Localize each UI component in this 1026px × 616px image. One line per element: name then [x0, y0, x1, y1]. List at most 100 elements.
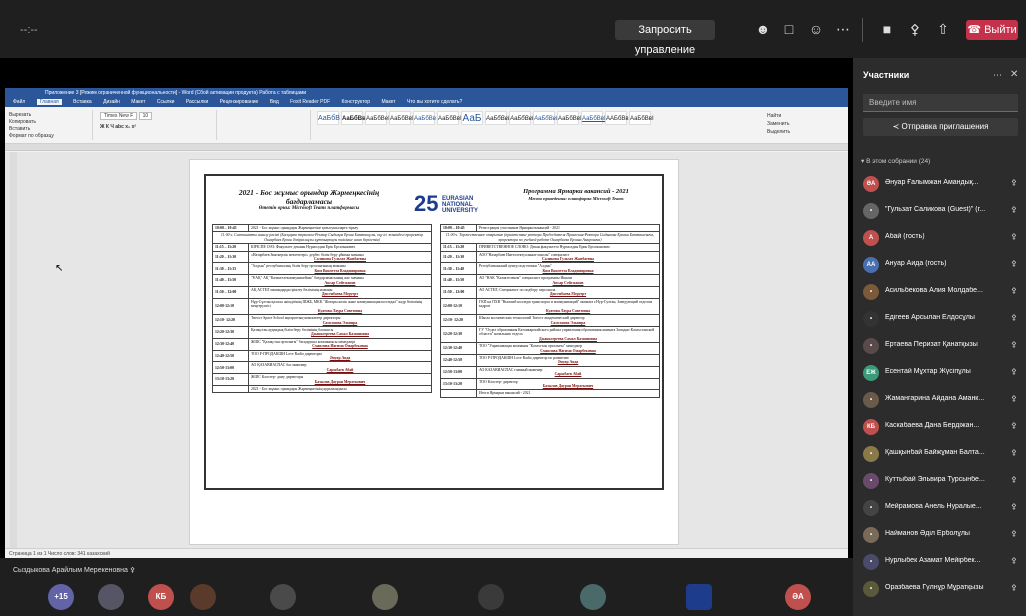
video-tile[interactable] — [580, 584, 606, 610]
participant-row[interactable]: • Асильбекова Алия Молдабе... ⚴ — [863, 284, 1021, 300]
participant-row[interactable]: • Жамангарина Айдана Аманк... ⚴ — [863, 392, 1021, 408]
style-14[interactable]: АаБбВвІ — [629, 111, 654, 125]
style-6[interactable]: АаБбВвІ — [437, 111, 462, 125]
style-8[interactable]: АаБбВвІ — [485, 111, 509, 125]
section-header[interactable]: ▾ В этом собрании (24) — [861, 157, 930, 165]
style-7[interactable]: АаБ — [461, 111, 483, 125]
replace-button[interactable]: Заменить — [767, 120, 833, 128]
tab-layout[interactable]: Макет — [131, 99, 145, 105]
select-button[interactable]: Выделить — [767, 128, 833, 136]
participant-row[interactable]: • Мейрамова Анель Нуралые... ⚴ — [863, 500, 1021, 516]
video-tile[interactable] — [190, 584, 216, 610]
tab-references[interactable]: Ссылки — [157, 99, 175, 105]
tab-file[interactable]: Файл — [13, 99, 25, 105]
participant-row[interactable]: • Найманов Әділ Ерболұлы ⚴ — [863, 527, 1021, 543]
time-cell — [440, 389, 477, 398]
participants-icon[interactable]: ☻ — [752, 18, 774, 40]
panel-more-icon[interactable]: ⋯ — [993, 70, 1002, 81]
participant-row[interactable]: • Ертаева Перизат Қанатқызы ⚴ — [863, 338, 1021, 354]
paste-button[interactable]: Вставить — [9, 126, 90, 133]
tab-view[interactable]: Вид — [270, 99, 279, 105]
share-icon[interactable]: ⇧ — [932, 18, 954, 40]
word-window: Приложение 3 [Режим ограниченной функцио… — [5, 88, 848, 558]
style-1[interactable]: АаБбВ — [317, 111, 340, 125]
close-icon[interactable]: ✕ — [1010, 69, 1018, 80]
format-painter-button[interactable]: Формат по образцу — [9, 133, 90, 140]
leave-button[interactable]: ☎ Выйти — [966, 20, 1018, 40]
participant-row[interactable]: КБ Каскабаева Дана Бердіжан... ⚴ — [863, 419, 1021, 435]
format-buttons[interactable]: Ж К Ч abc x₂ x² — [100, 124, 213, 130]
copy-button[interactable]: Копировать — [9, 119, 90, 126]
time-cell: 12:00-12:10 — [212, 297, 249, 316]
tab-table-design[interactable]: Конструктор — [342, 99, 371, 105]
style-10[interactable]: АаБбВвІ — [533, 111, 557, 125]
style-3[interactable]: АаБбВеІ — [365, 111, 390, 125]
participant-row[interactable]: • Едігеев Арсылан Елдосұлы ⚴ — [863, 311, 1021, 327]
avatar: • — [863, 311, 879, 327]
participant-row[interactable]: • Куттыбай Эльвира Турсынбе... ⚴ — [863, 473, 1021, 489]
style-13[interactable]: ААБбВвІ — [605, 111, 630, 125]
mic-off-icon: ⚴ — [1011, 529, 1017, 538]
speaker-label: Сыздыкова Арайлым Мерекеновна — [13, 567, 128, 574]
avatar[interactable]: КБ — [148, 584, 174, 610]
reactions-icon[interactable]: ☺ — [805, 18, 827, 40]
request-control-button[interactable]: Запросить управление — [615, 20, 715, 56]
tab-table-layout[interactable]: Макет — [381, 99, 395, 105]
speaker-name: Ансар Сейтжанов — [552, 280, 584, 285]
style-11[interactable]: АаБбВвІ — [557, 111, 582, 125]
tab-design[interactable]: Дизайн — [103, 99, 120, 105]
participant-row[interactable]: • Оразбаева Гүлнұр Мұратқызы ⚴ — [863, 581, 1021, 597]
find-button[interactable]: Найти — [767, 112, 833, 120]
russian-header: Программа Ярмарки вакансий - 2021 Место … — [501, 188, 651, 201]
video-tile[interactable] — [98, 584, 124, 610]
time-cell: 11:15 – 11:20 — [440, 243, 477, 252]
participant-row[interactable]: ӘА Әнуар Ғалымжан Амандық... ⚴ — [863, 176, 1021, 192]
tab-foxit[interactable]: Foxit Reader PDF — [290, 99, 330, 105]
speaker-name: Әнуар Аида — [557, 360, 579, 365]
style-12[interactable]: АаБбВвІ — [581, 111, 606, 125]
speaker-name: Куатова Лаура Советовна — [545, 308, 591, 313]
participant-row[interactable]: А Абай (гость) ⚴ — [863, 230, 1021, 246]
style-9[interactable]: АаБбВвІ — [509, 111, 533, 125]
tab-home[interactable]: Главная — [36, 99, 62, 105]
tab-review[interactable]: Рецензирование — [220, 99, 259, 105]
camera-off-icon[interactable]: ■ — [876, 18, 898, 40]
mic-off-icon[interactable]: ⚴ — [904, 18, 926, 40]
table-row: 12:10- 12:20 Тиеост Space School ақпаратт… — [212, 314, 432, 327]
participant-name: Әнуар Ғалымжан Амандық... — [885, 179, 979, 186]
avatar: • — [863, 338, 879, 354]
video-tile[interactable] — [270, 584, 296, 610]
style-4[interactable]: АаБбВвІ — [389, 111, 414, 125]
participant-name: Ертаева Перизат Қанатқызы — [885, 341, 978, 348]
participant-row[interactable]: АА Ануар Аида (гость) ⚴ — [863, 257, 1021, 273]
participant-name: "Гульзат Саликова (Guest)" (г... — [885, 206, 986, 213]
tab-insert[interactable]: Вставка — [73, 99, 92, 105]
avatar[interactable]: ӘА — [785, 584, 811, 610]
tell-me-box[interactable]: Что вы хотите сделать? — [407, 99, 462, 105]
invite-button[interactable]: ≺ Отправка приглашения — [863, 118, 1018, 136]
participant-row[interactable]: ЕЖ Есентай Мұхтар Жүсіпұлы ⚴ — [863, 365, 1021, 381]
video-tile[interactable] — [686, 584, 712, 610]
search-input[interactable]: Введите имя — [863, 94, 1018, 112]
description-cell: 2021 - Бос жұмыс орындары Жәрмеңкесіне қ… — [248, 223, 432, 233]
chat-icon[interactable]: □ — [778, 18, 800, 40]
style-5[interactable]: АаБбВв — [413, 111, 436, 125]
video-tile[interactable] — [372, 584, 398, 610]
more-participants-button[interactable]: +15 — [48, 584, 74, 610]
panel-title: Участники — [863, 70, 910, 80]
font-name-select[interactable]: Times New F — [100, 112, 138, 120]
font-size-select[interactable]: 10 — [138, 112, 153, 120]
speaker-name: Смаилова Нагима Омарбековна — [540, 348, 596, 353]
paragraph-group — [221, 110, 311, 140]
cut-button[interactable]: Вырезать — [9, 112, 90, 119]
participant-row[interactable]: • Қашқынбай Байжұман Балта... ⚴ — [863, 446, 1021, 462]
participant-row[interactable]: • Нурлыбек Азамат Мейірбек... ⚴ — [863, 554, 1021, 570]
style-2[interactable]: АаБбВвІ — [341, 111, 367, 125]
tab-mailings[interactable]: Рассылки — [186, 99, 208, 105]
time-cell: 11:40 – 11:50 — [212, 274, 249, 288]
speaker-name: Дюсенбаева Меруерт — [549, 292, 587, 297]
description-cell: 2021 - Бос жұмыс орындары Жәрмеңкесінің … — [248, 384, 432, 394]
participant-row[interactable]: • "Гульзат Саликова (Guest)" (г... ⚴ — [863, 203, 1021, 219]
video-tile[interactable] — [478, 584, 504, 610]
more-icon[interactable]: ⋯ — [832, 18, 854, 40]
